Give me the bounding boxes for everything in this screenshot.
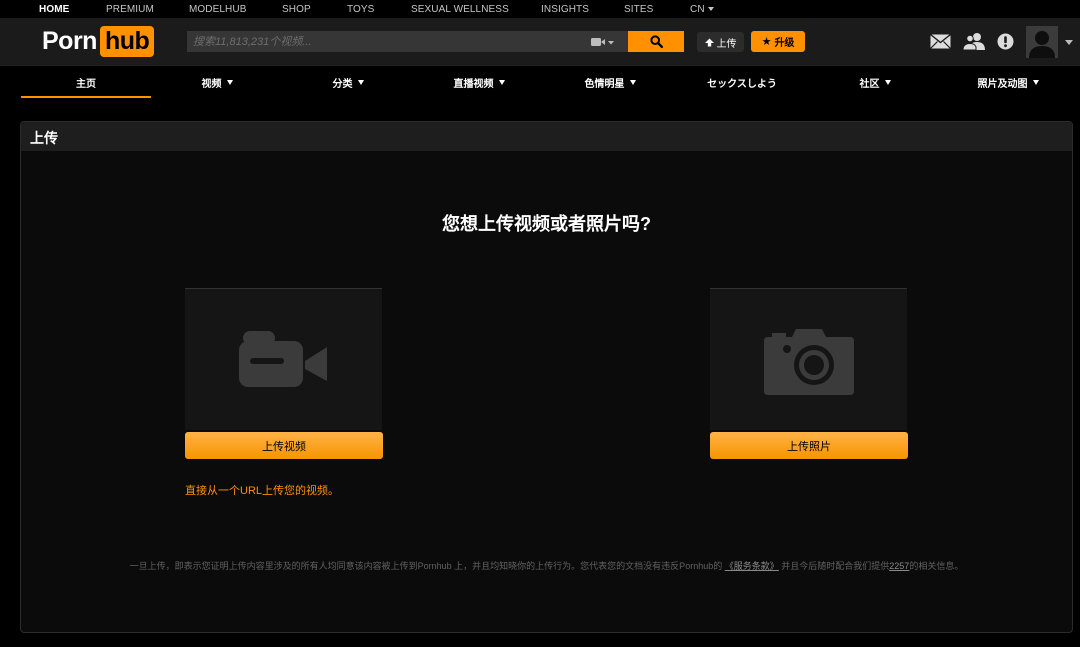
video-camera-icon [239, 327, 329, 393]
upload-panel: 上传 您想上传视频或者照片吗? 上传视频 上传照片 直接从一个URL上传您的视频… [20, 121, 1073, 633]
nav-item-videos[interactable]: 视频 [152, 66, 282, 98]
chevron-down-icon [1033, 80, 1039, 85]
logo-text-porn: Porn [42, 27, 97, 56]
nav-item-pornstars[interactable]: 色情明星 [545, 66, 675, 98]
nav-pornstars-label: 色情明星 [585, 75, 625, 90]
disclaimer-text-2: 并且今后随时配合我们提供 [781, 561, 889, 571]
panel-title: 上传 [30, 128, 58, 148]
search-icon [650, 35, 663, 48]
main-nav: 主页 视频 分类 直播视频 色情明星 セックスしよう 社区 照片及动图 [0, 65, 1080, 97]
video-camera-icon [591, 36, 615, 48]
top-link-insights[interactable]: INSIGHTS [541, 4, 589, 15]
friends-icon[interactable] [963, 32, 985, 50]
upgrade-button[interactable]: ★ 升级 [751, 31, 805, 52]
upload-disclaimer: 一旦上传，即表示您证明上传内容里涉及的所有人均同意该内容被上传到Pornhub … [21, 559, 1072, 572]
camera-icon [764, 325, 854, 395]
header-upload-label: 上传 [717, 35, 737, 50]
upgrade-label: 升级 [774, 34, 794, 49]
panel-header: 上传 [21, 122, 1072, 151]
photo-upload-card[interactable] [710, 288, 907, 430]
chevron-down-icon [358, 80, 364, 85]
upload-arrow-icon [705, 38, 714, 47]
search-button[interactable] [628, 31, 684, 52]
chevron-down-icon [708, 7, 714, 11]
site-header: Porn hub 上传 ★ 升级 [0, 18, 1080, 65]
nav-videos-label: 视频 [202, 75, 222, 90]
top-link-home[interactable]: HOME [39, 4, 69, 15]
nav-live-label: 直播视频 [454, 75, 494, 90]
top-link-toys[interactable]: TOYS [347, 4, 374, 15]
chevron-down-icon[interactable] [1065, 40, 1073, 45]
nav-categories-label: 分类 [333, 75, 353, 90]
active-nav-indicator [21, 96, 151, 98]
upload-question: 您想上传视频或者照片吗? [21, 210, 1072, 236]
nav-item-sex[interactable]: セックスしよう [677, 66, 807, 98]
top-link-premium[interactable]: PREMIUM [106, 4, 154, 15]
chevron-down-icon [885, 80, 891, 85]
terms-of-service-link[interactable]: 《服务条款》 [725, 561, 779, 571]
nav-item-photos[interactable]: 照片及动图 [943, 66, 1073, 98]
site-logo[interactable]: Porn hub [42, 25, 154, 57]
chevron-down-icon [227, 80, 233, 85]
user-silhouette-icon [1026, 26, 1058, 58]
star-icon: ★ [762, 35, 772, 48]
alert-icon[interactable] [997, 33, 1014, 50]
top-link-sites[interactable]: SITES [624, 4, 653, 15]
chevron-down-icon [499, 80, 505, 85]
search-input[interactable] [187, 31, 577, 52]
video-upload-card[interactable] [185, 288, 382, 430]
nav-sex-label: セックスしよう [707, 75, 777, 90]
upload-from-url-link[interactable]: 直接从一个URL上传您的视频。 [185, 482, 339, 498]
header-upload-button[interactable]: 上传 [697, 32, 744, 52]
avatar[interactable] [1026, 26, 1058, 58]
mail-icon[interactable] [930, 34, 951, 49]
nav-item-categories[interactable]: 分类 [283, 66, 413, 98]
nav-home-label: 主页 [76, 75, 96, 90]
language-selector[interactable]: CN [690, 4, 714, 15]
disclaimer-text-3: 的相关信息。 [909, 561, 963, 571]
logo-text-hub: hub [100, 26, 154, 57]
top-link-shop[interactable]: SHOP [282, 4, 311, 15]
nav-item-community[interactable]: 社区 [810, 66, 940, 98]
top-link-sexual-wellness[interactable]: SEXUAL WELLNESS [411, 4, 509, 15]
top-links-bar: HOME PREMIUM MODELHUB SHOP TOYS SEXUAL W… [0, 0, 1080, 18]
disclaimer-text-1: 一旦上传，即表示您证明上传内容里涉及的所有人均同意该内容被上传到Pornhub … [130, 561, 723, 571]
search-type-dropdown[interactable] [577, 31, 628, 52]
nav-item-live[interactable]: 直播视频 [414, 66, 544, 98]
search-bar [187, 31, 684, 52]
nav-community-label: 社区 [860, 75, 880, 90]
nav-photos-label: 照片及动图 [978, 75, 1028, 90]
upload-photo-button[interactable]: 上传照片 [710, 432, 908, 459]
upload-video-button[interactable]: 上传视频 [185, 432, 383, 459]
top-link-modelhub[interactable]: MODELHUB [189, 4, 246, 15]
2257-link[interactable]: 2257 [889, 561, 909, 571]
language-label: CN [690, 4, 705, 15]
chevron-down-icon [630, 80, 636, 85]
nav-item-home[interactable]: 主页 [21, 66, 151, 98]
